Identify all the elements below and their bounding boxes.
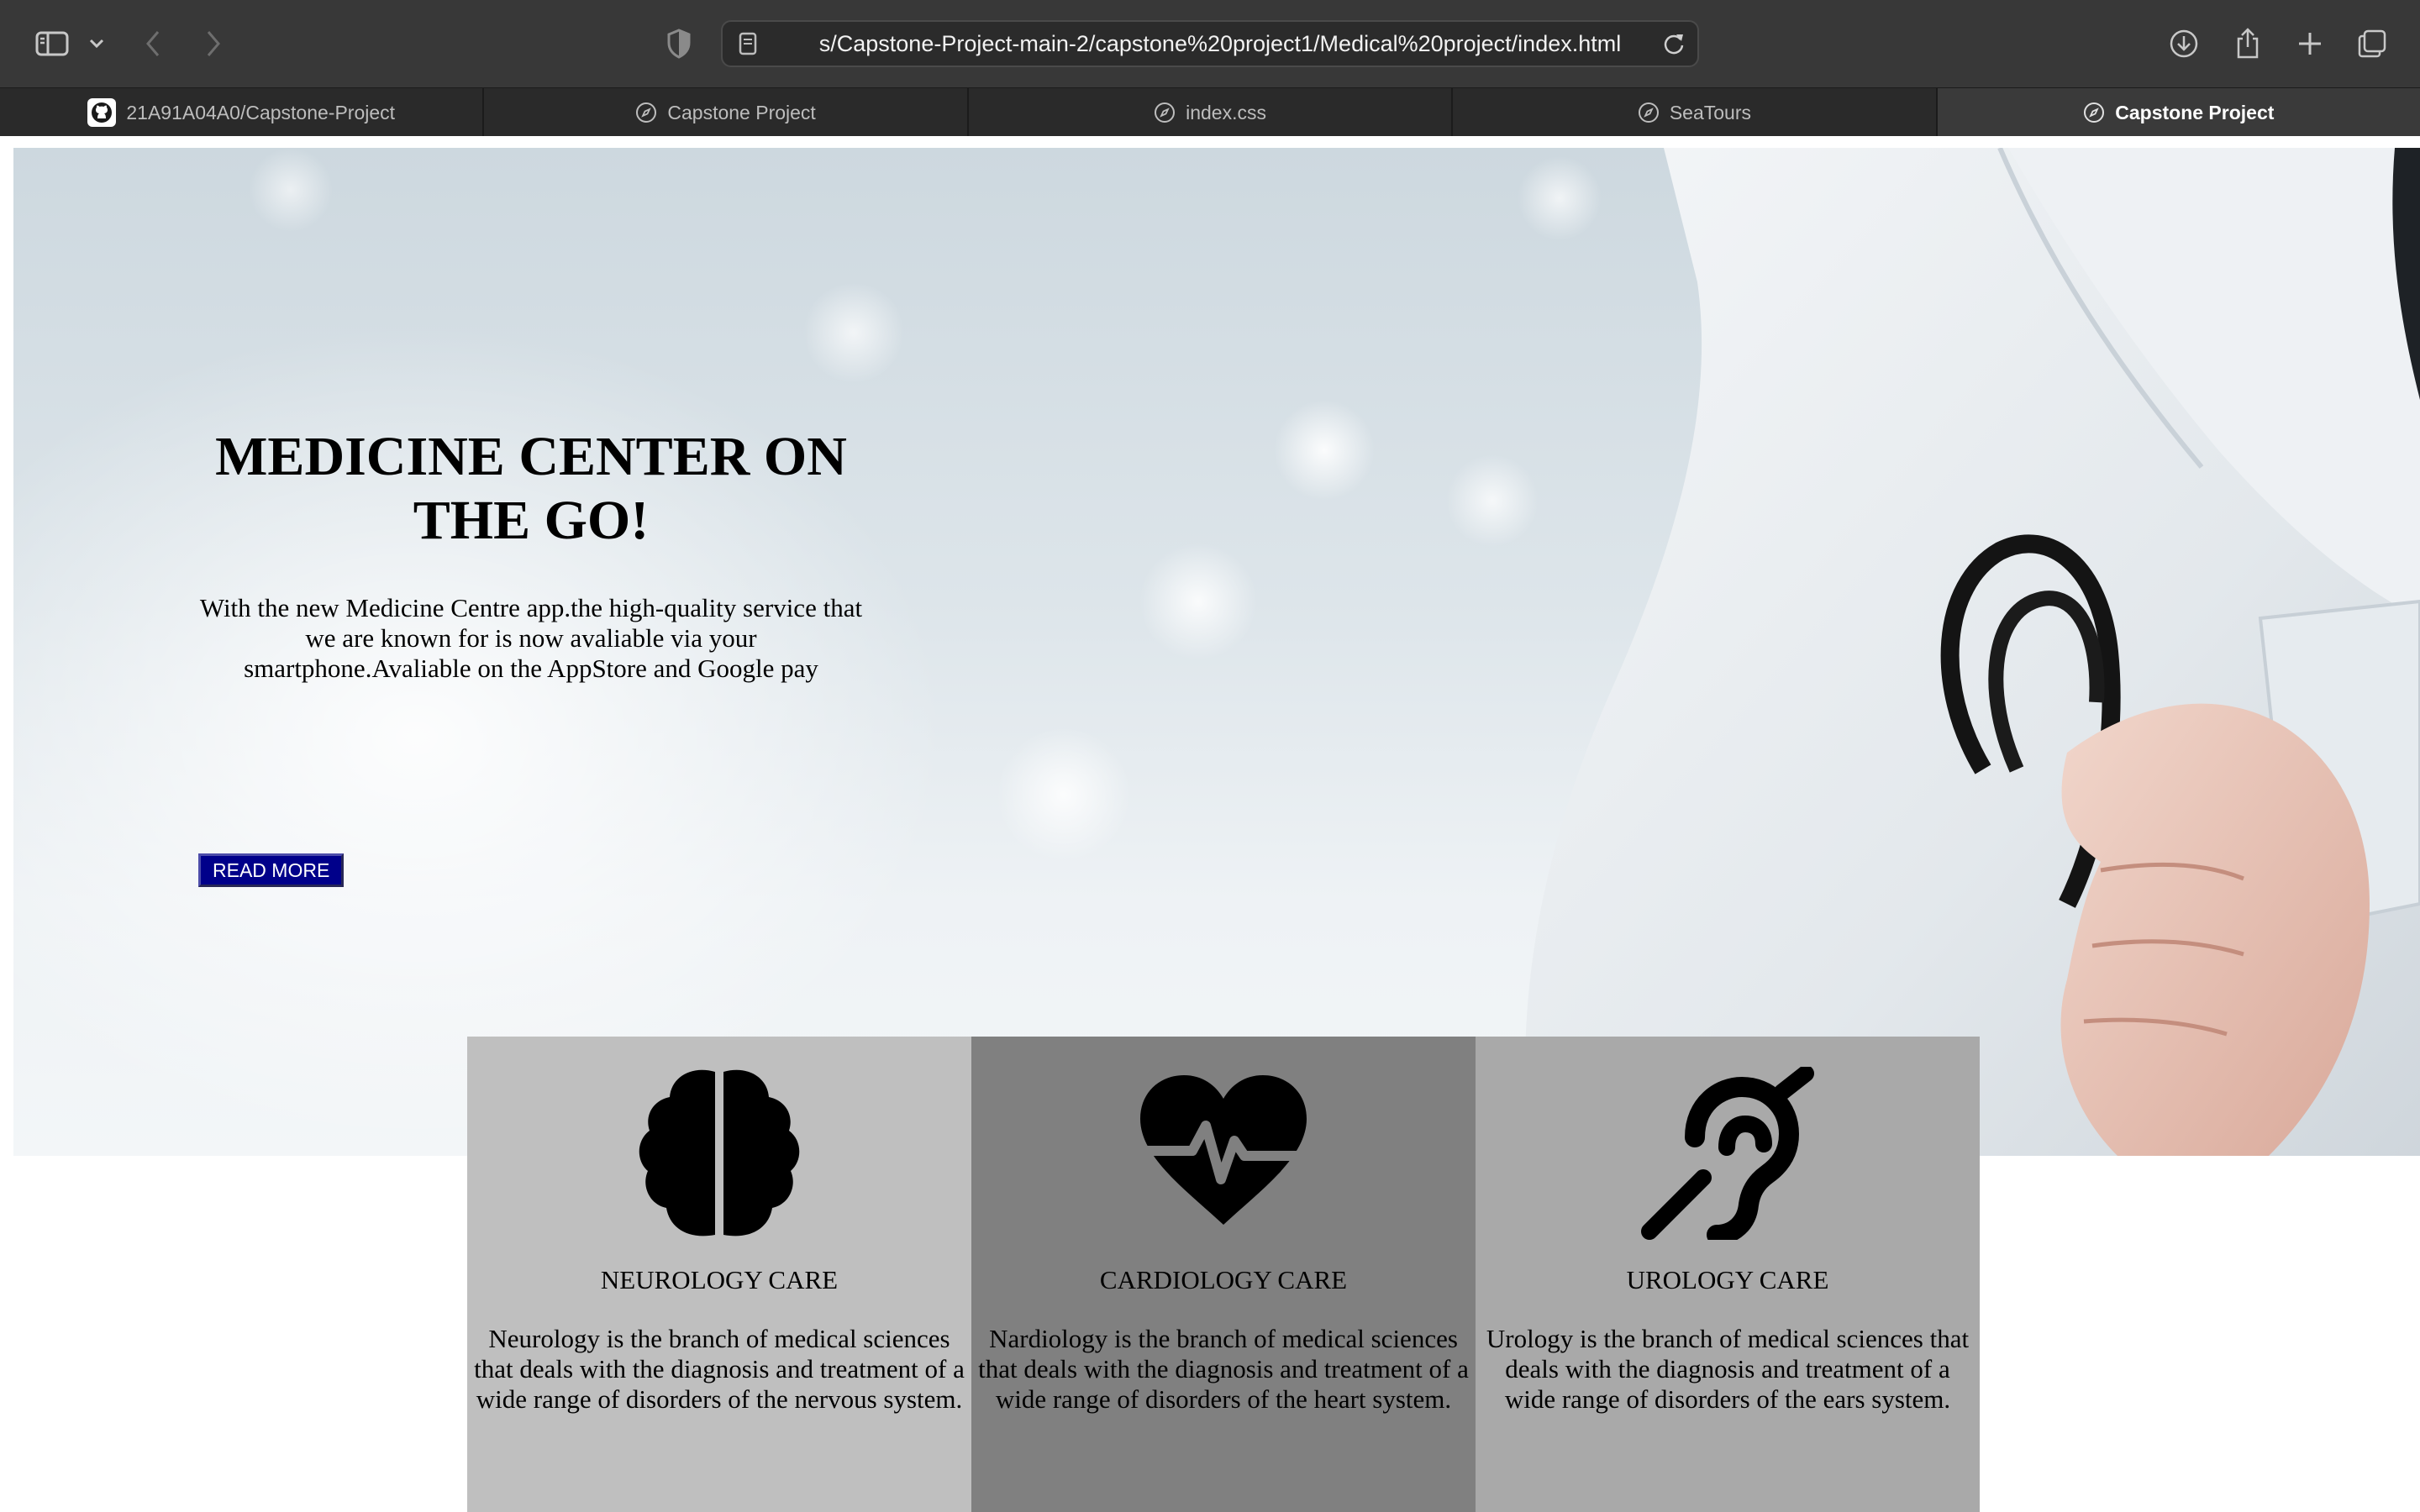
card-cardiology: CARDIOLOGY CARE Nardiology is the branch… [971, 1037, 1476, 1512]
hero-description: With the new Medicine Centre app.the hig… [199, 593, 863, 683]
services-section: NEUROLOGY CARE Neurology is the branch o… [467, 1037, 1980, 1512]
sidebar-toggle-icon[interactable] [32, 22, 72, 66]
chevron-down-icon[interactable] [84, 22, 109, 66]
compass-icon [635, 102, 657, 123]
compass-icon [2083, 102, 2105, 123]
compass-icon [1154, 102, 1176, 123]
read-more-button[interactable]: READ MORE [198, 853, 345, 887]
url-text[interactable]: s/Capstone-Project-main-2/capstone%20pro… [773, 31, 1650, 57]
card-title: UROLOGY CARE [1626, 1265, 1829, 1294]
card-title: CARDIOLOGY CARE [1099, 1265, 1348, 1294]
back-icon[interactable] [134, 22, 171, 66]
tab-capstone-project-active[interactable]: Capstone Project [1937, 88, 2420, 137]
new-tab-icon[interactable] [2291, 22, 2329, 66]
ear-deaf-icon [1641, 1067, 1814, 1240]
card-urology: UROLOGY CARE Urology is the branch of me… [1476, 1037, 1980, 1512]
tab-label: 21A91A04A0/Capstone-Project [126, 101, 396, 123]
download-icon[interactable] [2165, 22, 2203, 66]
brain-icon [633, 1067, 806, 1240]
tab-bar: 21A91A04A0/Capstone-Project Capstone Pro… [0, 87, 2420, 137]
github-icon [87, 98, 117, 127]
web-page: MEDICINE CENTER ON THE GO! With the new … [0, 136, 2420, 1512]
privacy-shield-icon[interactable] [660, 22, 697, 66]
hero-banner: MEDICINE CENTER ON THE GO! With the new … [13, 148, 2420, 1156]
tab-github[interactable]: 21A91A04A0/Capstone-Project [0, 88, 485, 137]
tab-index-css[interactable]: index.css [969, 88, 1454, 137]
forward-icon[interactable] [195, 22, 232, 66]
doctor-image [1524, 148, 2420, 1156]
card-description: Urology is the branch of medical science… [1486, 1324, 1970, 1414]
tab-capstone-project[interactable]: Capstone Project [484, 88, 969, 137]
tab-label: index.css [1186, 101, 1266, 123]
address-bar[interactable]: s/Capstone-Project-main-2/capstone%20pro… [721, 20, 1699, 67]
reload-icon[interactable] [1650, 22, 1697, 66]
card-description: Neurology is the branch of medical scien… [474, 1324, 965, 1414]
tab-label: Capstone Project [2115, 101, 2275, 123]
hero-text-block: MEDICINE CENTER ON THE GO! With the new … [195, 425, 867, 684]
browser-toolbar: s/Capstone-Project-main-2/capstone%20pro… [0, 0, 2420, 87]
tab-seatours[interactable]: SeaTours [1453, 88, 1938, 137]
compass-icon [1638, 102, 1660, 123]
share-icon[interactable] [2228, 22, 2267, 66]
tab-label: SeaTours [1669, 101, 1751, 123]
card-neurology: NEUROLOGY CARE Neurology is the branch o… [467, 1037, 971, 1512]
tab-overview-icon[interactable] [2353, 22, 2391, 66]
tab-label: Capstone Project [667, 101, 816, 123]
reader-icon[interactable] [723, 22, 773, 66]
hero-title: MEDICINE CENTER ON THE GO! [215, 426, 847, 551]
heartbeat-icon [1137, 1067, 1310, 1240]
card-title: NEUROLOGY CARE [600, 1265, 839, 1294]
card-description: Nardiology is the branch of medical scie… [978, 1324, 1469, 1414]
